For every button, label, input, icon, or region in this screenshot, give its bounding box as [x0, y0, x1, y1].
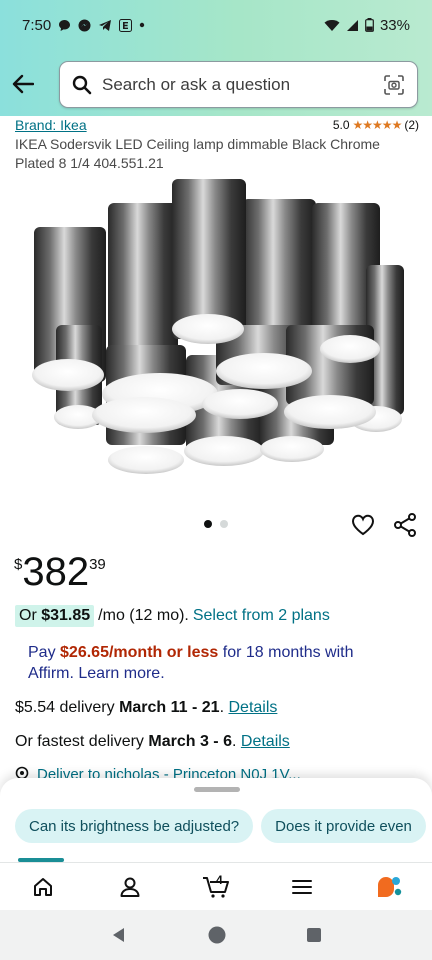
affirm-offer[interactable]: Pay $26.65/month or less for 18 months w…: [28, 642, 408, 684]
question-chip[interactable]: Can its brightness be adjusted?: [15, 809, 254, 843]
monthly-amount: $31.85: [41, 607, 91, 624]
product-image[interactable]: [20, 175, 412, 485]
account-icon: [120, 877, 140, 897]
messenger-icon: [78, 19, 91, 32]
nav-recents-icon[interactable]: [306, 927, 322, 943]
cart-count-badge: 4: [215, 872, 223, 887]
price-fraction: 39: [89, 556, 106, 573]
status-right: 33%: [324, 17, 410, 34]
rating-value: 5.0: [332, 118, 350, 132]
signal-icon: [346, 19, 359, 32]
delivery-standard-sep: .: [219, 699, 225, 716]
select-plans-link[interactable]: Select from 2 plans: [193, 607, 330, 625]
rating-count: (2): [404, 118, 419, 132]
home-icon: [34, 877, 53, 896]
camera-scan-icon[interactable]: [383, 74, 405, 96]
delivery-standard-prefix: $5.54 delivery: [15, 699, 115, 716]
product-title: IKEA Sodersvik LED Ceiling lamp dimmable…: [15, 136, 380, 171]
battery-icon: [365, 18, 374, 32]
question-chips: Can its brightness be adjusted? Does it …: [15, 809, 426, 843]
heart-icon: [352, 514, 374, 536]
price-whole: 382: [22, 550, 90, 594]
tab-cart[interactable]: 4: [186, 865, 246, 909]
menu-icon: [292, 879, 313, 894]
search-bar[interactable]: Search or ask a question: [59, 61, 418, 108]
monthly-prefix: Or: [19, 607, 37, 624]
affirm-learn-more[interactable]: Affirm. Learn more.: [28, 665, 165, 682]
delivery-fastest-details-link[interactable]: Details: [241, 733, 290, 750]
rating-stars: ★★★★★: [352, 118, 403, 132]
delivery-fastest-prefix: Or fastest delivery: [15, 733, 144, 750]
bottom-tab-bar: 4: [0, 862, 432, 910]
battery-percent: 33%: [379, 16, 410, 34]
delivery-fastest: Or fastest delivery March 3 - 6. Details: [15, 733, 290, 751]
rating[interactable]: 5.0 ★★★★★ (2): [333, 118, 419, 132]
telegram-icon: [98, 19, 112, 32]
affirm-amount: $26.65/month or less: [60, 644, 219, 661]
price-currency: $: [14, 556, 23, 573]
status-bar: 7:50 33%: [0, 0, 432, 50]
wifi-icon: [324, 19, 340, 32]
lamp-illustration: [32, 179, 404, 474]
price: $ 382 39: [14, 548, 106, 596]
nav-home-icon[interactable]: [207, 925, 227, 945]
monthly-highlight: Or $31.85: [15, 605, 95, 627]
tab-rufus[interactable]: [359, 865, 419, 909]
system-nav-bar: [0, 910, 432, 960]
delivery-standard-date: March 11 - 21: [119, 699, 220, 716]
question-chip[interactable]: Does it provide even: [261, 809, 426, 843]
share-icon: [394, 513, 416, 537]
delivery-standard-details-link[interactable]: Details: [228, 699, 277, 716]
tab-menu[interactable]: [272, 865, 332, 909]
search-input[interactable]: Search or ask a question: [102, 75, 383, 95]
monthly-plan: Or $31.85 /mo (12 mo). Select from 2 pla…: [15, 604, 330, 628]
rufus-icon: [377, 876, 401, 897]
affirm-suffix: for 18 months with: [222, 644, 354, 661]
sheet-drag-handle[interactable]: [194, 787, 240, 792]
image-carousel-dots[interactable]: [204, 520, 228, 528]
arrow-left-icon: [12, 74, 34, 94]
status-left: 7:50: [22, 17, 145, 34]
wishlist-button[interactable]: [350, 512, 376, 538]
tab-home[interactable]: [13, 865, 73, 909]
status-time: 7:50: [22, 16, 52, 34]
carousel-dot-2[interactable]: [220, 520, 228, 528]
chat-bubble-icon: [58, 19, 71, 32]
affirm-prefix: Pay: [28, 644, 56, 661]
app-e-icon: [119, 18, 133, 32]
nav-back-icon[interactable]: [110, 926, 128, 944]
search-icon: [72, 75, 92, 94]
notification-dot-icon: [139, 22, 145, 28]
back-button[interactable]: [8, 66, 38, 102]
brand-rating-row: Brand: Ikea 5.0 ★★★★★ (2): [15, 116, 419, 134]
delivery-fastest-sep: .: [231, 733, 237, 750]
share-button[interactable]: [392, 512, 418, 538]
monthly-terms: /mo (12 mo).: [98, 607, 189, 624]
delivery-standard: $5.54 delivery March 11 - 21. Details: [15, 699, 277, 717]
delivery-fastest-date: March 3 - 6: [148, 733, 232, 750]
tab-account[interactable]: [100, 865, 160, 909]
carousel-dot-1[interactable]: [204, 520, 212, 528]
brand-link[interactable]: Brand: Ikea: [15, 117, 87, 133]
